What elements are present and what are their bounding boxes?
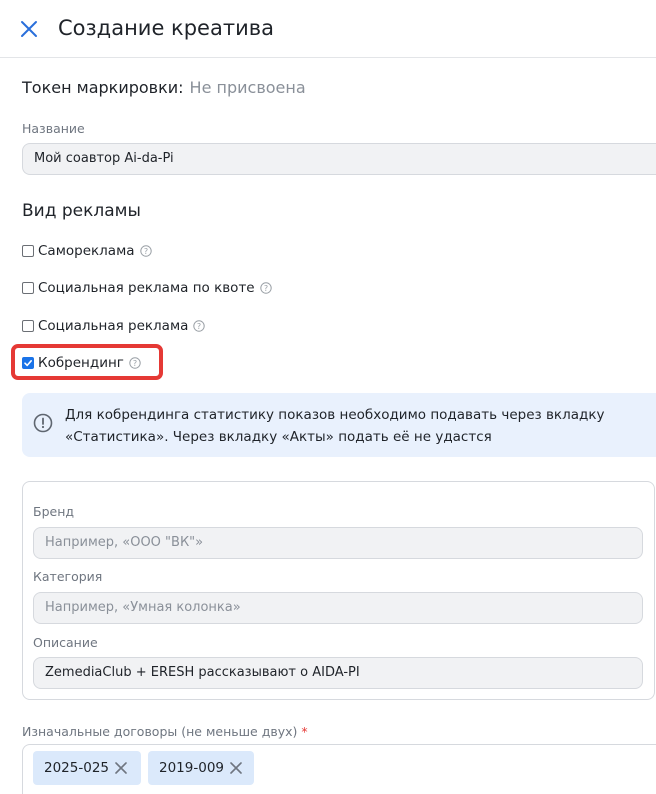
social-quota-checkbox[interactable]: [22, 282, 34, 294]
svg-text:?: ?: [197, 322, 201, 331]
contract-chip-label: 2019-009: [159, 760, 224, 776]
help-icon[interactable]: ?: [129, 357, 141, 369]
description-input[interactable]: ZemediaClub + ERESH рассказывают о AIDA-…: [33, 657, 643, 689]
category-input[interactable]: Например, «Умная колонка»: [33, 592, 643, 624]
contract-chip: 2025-025: [33, 751, 141, 785]
option-cobranding[interactable]: Кобрендинг ?: [22, 353, 141, 373]
help-icon[interactable]: ?: [139, 245, 152, 257]
brand-input[interactable]: Например, «ООО "ВК"»: [33, 527, 643, 559]
cobranding-label: Кобрендинг: [38, 355, 124, 371]
svg-text:?: ?: [264, 284, 268, 293]
alert-text: Для кобрендинга статистику показов необх…: [65, 407, 605, 445]
option-social-quota[interactable]: Социальная реклама по квоте ?: [22, 278, 272, 298]
contract-chip-label: 2025-025: [44, 760, 109, 776]
svg-text:?: ?: [143, 247, 147, 256]
contracts-label-text: Изначальные договоры (не меньше двух): [22, 724, 298, 739]
contract-chip: 2019-009: [148, 751, 254, 785]
close-icon[interactable]: [18, 18, 40, 40]
help-icon[interactable]: ?: [259, 282, 272, 294]
checkmark-icon: [24, 360, 32, 367]
name-label: Название: [22, 121, 85, 136]
option-social[interactable]: Социальная реклама ?: [22, 316, 206, 336]
header: Создание креатива: [0, 0, 656, 58]
social-label: Социальная реклама: [38, 318, 189, 334]
option-self-ad[interactable]: Самореклама ?: [22, 241, 152, 261]
self-ad-checkbox[interactable]: [22, 245, 34, 257]
token-label: Токен маркировки:: [22, 78, 184, 97]
contracts-label: Изначальные договоры (не меньше двух) *: [22, 724, 308, 740]
page-title: Создание креатива: [58, 16, 274, 40]
self-ad-label: Самореклама: [38, 243, 135, 259]
remove-icon[interactable]: [114, 761, 128, 775]
cobranding-checkbox[interactable]: [22, 357, 34, 369]
category-label: Категория: [33, 569, 103, 584]
info-alert: Для кобрендинга статистику показов необх…: [22, 393, 656, 457]
help-icon[interactable]: ?: [193, 320, 206, 332]
social-quota-label: Социальная реклама по квоте: [38, 280, 255, 296]
remove-icon[interactable]: [229, 761, 243, 775]
brand-label: Бренд: [33, 504, 75, 519]
info-icon: [33, 413, 53, 433]
name-input[interactable]: Мой соавтор Ai-da-Pi: [22, 143, 656, 175]
social-checkbox[interactable]: [22, 320, 34, 332]
ad-type-title: Вид рекламы: [22, 201, 141, 221]
svg-text:?: ?: [133, 359, 137, 368]
token-row: Токен маркировки: Не присвоена: [22, 77, 306, 99]
description-label: Описание: [33, 635, 98, 650]
required-mark: *: [301, 724, 308, 739]
token-value: Не присвоена: [189, 78, 306, 97]
